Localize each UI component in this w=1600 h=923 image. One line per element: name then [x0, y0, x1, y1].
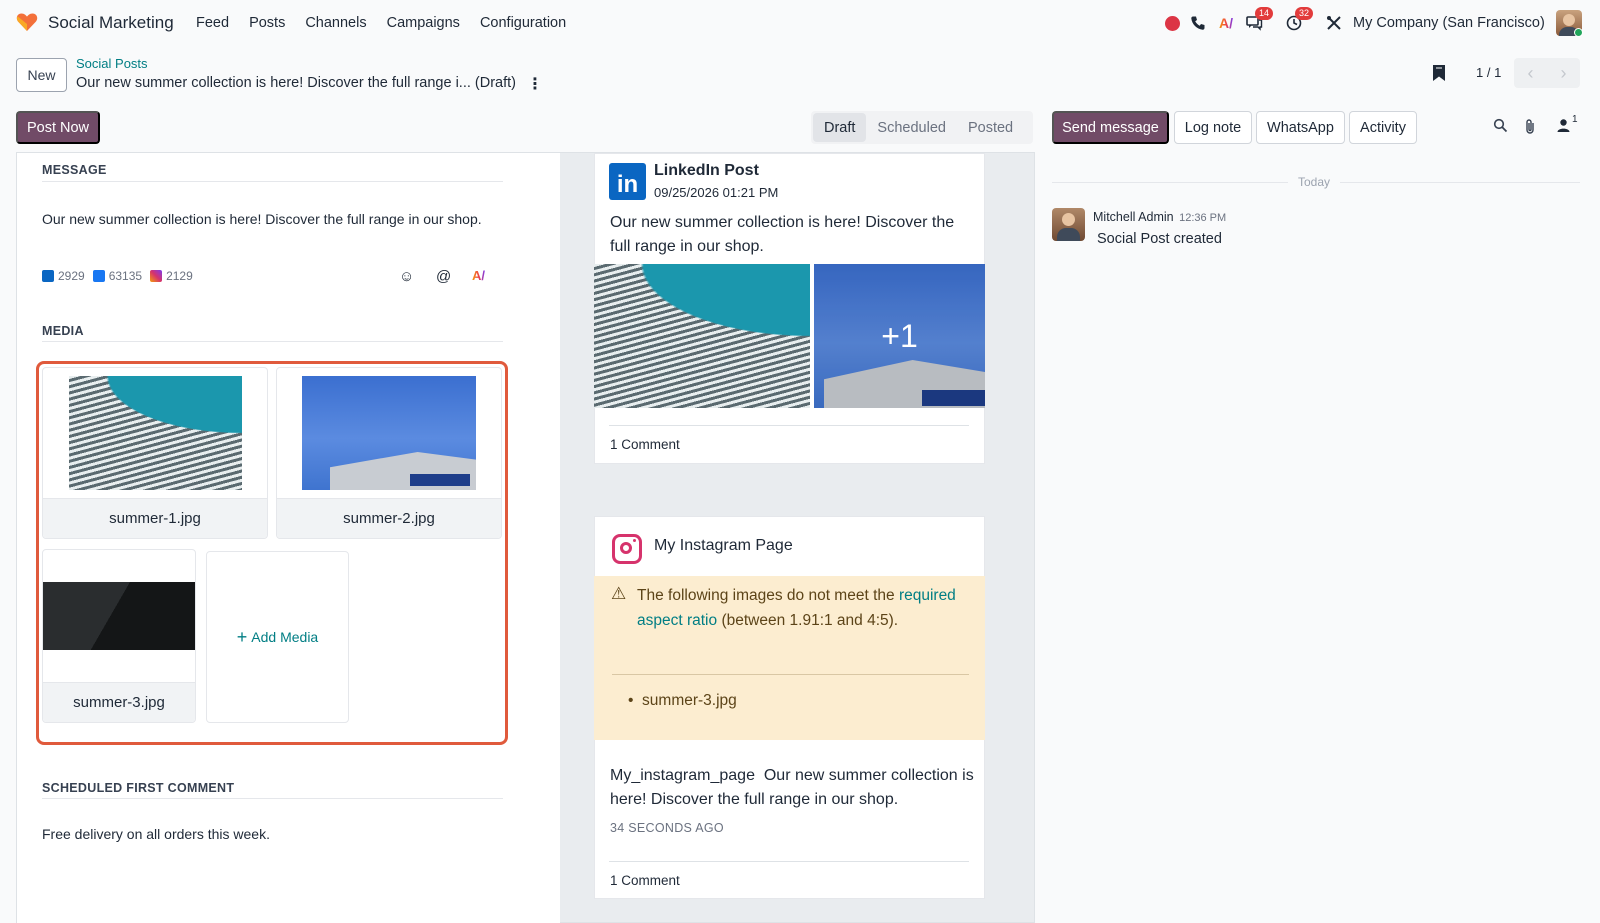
- ai-write-icon[interactable]: A/: [472, 268, 485, 283]
- menu-item-posts[interactable]: Posts: [249, 15, 285, 31]
- linkedin-icon: [42, 270, 54, 282]
- instagram-account-handle: My_instagram_page: [610, 767, 755, 784]
- pager-value[interactable]: 1 / 1: [1476, 65, 1501, 80]
- status-posted[interactable]: Posted: [957, 113, 1024, 142]
- pager-nav: ‹ ›: [1514, 58, 1580, 88]
- main-menu: Feed Posts Channels Campaigns Configurat…: [196, 15, 566, 31]
- pager-next-icon[interactable]: ›: [1547, 58, 1580, 88]
- menu-item-feed[interactable]: Feed: [196, 15, 229, 31]
- section-divider: [42, 798, 503, 799]
- media-thumbnail: [43, 582, 195, 650]
- attachment-paperclip-icon[interactable]: [1524, 118, 1536, 138]
- emoji-icon[interactable]: ☺: [399, 268, 414, 285]
- instagram-logo-icon: [612, 534, 642, 564]
- instagram-post-text: My_instagram_page Our new summer collect…: [610, 767, 974, 808]
- instagram-comments-link[interactable]: 1 Comment: [610, 873, 680, 888]
- media-tile-summer-1[interactable]: summer-1.jpg: [42, 367, 268, 539]
- message-section-title: MESSAGE: [42, 163, 107, 177]
- character-counters: 2929 63135 2129: [42, 269, 193, 283]
- status-bar: Draft Scheduled Posted: [811, 111, 1033, 144]
- new-button[interactable]: New: [16, 58, 67, 92]
- instagram-icon: [150, 270, 163, 282]
- warning-triangle-icon: ⚠: [611, 584, 627, 603]
- facebook-icon: [92, 270, 105, 282]
- followers-button[interactable]: 1: [1556, 114, 1586, 136]
- linkedin-image-1[interactable]: [594, 264, 810, 408]
- activity-button[interactable]: Activity: [1349, 111, 1417, 144]
- media-section-title: MEDIA: [42, 324, 84, 338]
- activities-badge: 32: [1295, 7, 1313, 20]
- menu-item-channels[interactable]: Channels: [305, 15, 366, 31]
- status-draft[interactable]: Draft: [813, 113, 867, 142]
- linkedin-counter: 2929: [42, 269, 85, 283]
- tools-icon[interactable]: [1325, 14, 1343, 32]
- top-navbar: Social Marketing Feed Posts Channels Cam…: [0, 0, 1600, 46]
- linkedin-logo-icon: in: [609, 163, 646, 200]
- media-filename: summer-3.jpg: [43, 682, 195, 722]
- online-status-dot: [1574, 28, 1583, 37]
- whatsapp-button[interactable]: WhatsApp: [1256, 111, 1345, 144]
- menu-item-configuration[interactable]: Configuration: [480, 15, 566, 31]
- date-separator-label: Today: [1288, 175, 1341, 189]
- record-icon[interactable]: [1163, 14, 1181, 32]
- instagram-counter: 2129: [150, 269, 193, 283]
- more-images-overlay[interactable]: +1: [814, 264, 985, 408]
- record-title: Our new summer collection is here! Disco…: [76, 75, 516, 91]
- status-scheduled[interactable]: Scheduled: [866, 113, 957, 142]
- instagram-post-time: 34 SECONDS AGO: [610, 821, 724, 835]
- message-field[interactable]: Our new summer collection is here! Disco…: [42, 211, 482, 227]
- media-filename: summer-1.jpg: [43, 498, 267, 538]
- first-comment-section-title: SCHEDULED FIRST COMMENT: [42, 781, 235, 795]
- media-thumbnail: [302, 376, 476, 490]
- facebook-counter: 63135: [92, 269, 142, 283]
- follower-person-icon: [1557, 119, 1570, 132]
- phone-icon[interactable]: [1189, 14, 1207, 32]
- mention-at-icon[interactable]: @: [436, 268, 451, 285]
- media-tile-summer-2[interactable]: summer-2.jpg: [276, 367, 502, 539]
- messages-badge: 14: [1255, 7, 1273, 20]
- log-note-button[interactable]: Log note: [1174, 111, 1252, 144]
- media-filename: summer-2.jpg: [277, 498, 501, 538]
- send-message-button[interactable]: Send message: [1052, 111, 1169, 144]
- card-divider: [609, 861, 969, 862]
- bookmark-icon[interactable]: [1432, 64, 1446, 82]
- warning-message: The following images do not meet the req…: [637, 587, 956, 629]
- app-logo-icon[interactable]: [16, 12, 38, 32]
- message-author[interactable]: Mitchell Admin 12:36 PM: [1093, 210, 1226, 224]
- ai-icon[interactable]: A/: [1217, 14, 1235, 32]
- instagram-account-name: My Instagram Page: [654, 537, 793, 554]
- media-thumbnail: [69, 376, 242, 490]
- record-actions-kebab-icon[interactable]: ⋮: [527, 74, 543, 94]
- warning-divider: [612, 674, 969, 675]
- app-name[interactable]: Social Marketing: [48, 13, 174, 33]
- add-media-button[interactable]: + Add Media: [206, 551, 349, 723]
- followers-count: 1: [1572, 114, 1578, 125]
- warning-file-item: • summer-3.jpg: [628, 692, 737, 709]
- first-comment-field[interactable]: Free delivery on all orders this week.: [42, 826, 270, 842]
- section-divider: [42, 181, 503, 182]
- company-switcher[interactable]: My Company (San Francisco): [1353, 15, 1545, 31]
- breadcrumb-parent-link[interactable]: Social Posts: [76, 56, 148, 71]
- message-body: Social Post created: [1097, 231, 1222, 247]
- menu-item-campaigns[interactable]: Campaigns: [387, 15, 460, 31]
- messages-icon[interactable]: 14: [1245, 7, 1273, 32]
- chatter-search-icon[interactable]: [1493, 118, 1508, 136]
- linkedin-post-date: 09/25/2026 01:21 PM: [654, 185, 779, 200]
- linkedin-account-name: LinkedIn Post: [654, 162, 759, 179]
- message-time: 12:36 PM: [1179, 212, 1227, 224]
- post-now-button[interactable]: Post Now: [16, 111, 100, 144]
- pager-previous-icon[interactable]: ‹: [1514, 58, 1547, 88]
- media-tile-summer-3[interactable]: summer-3.jpg: [42, 549, 196, 723]
- section-divider: [42, 341, 503, 342]
- linkedin-comments-link[interactable]: 1 Comment: [610, 437, 680, 452]
- plus-icon: +: [236, 626, 248, 647]
- message-author-avatar[interactable]: [1052, 208, 1085, 241]
- card-divider: [609, 425, 969, 426]
- activities-clock-icon[interactable]: 32: [1285, 7, 1313, 32]
- linkedin-post-text: Our new summer collection is here! Disco…: [610, 214, 955, 255]
